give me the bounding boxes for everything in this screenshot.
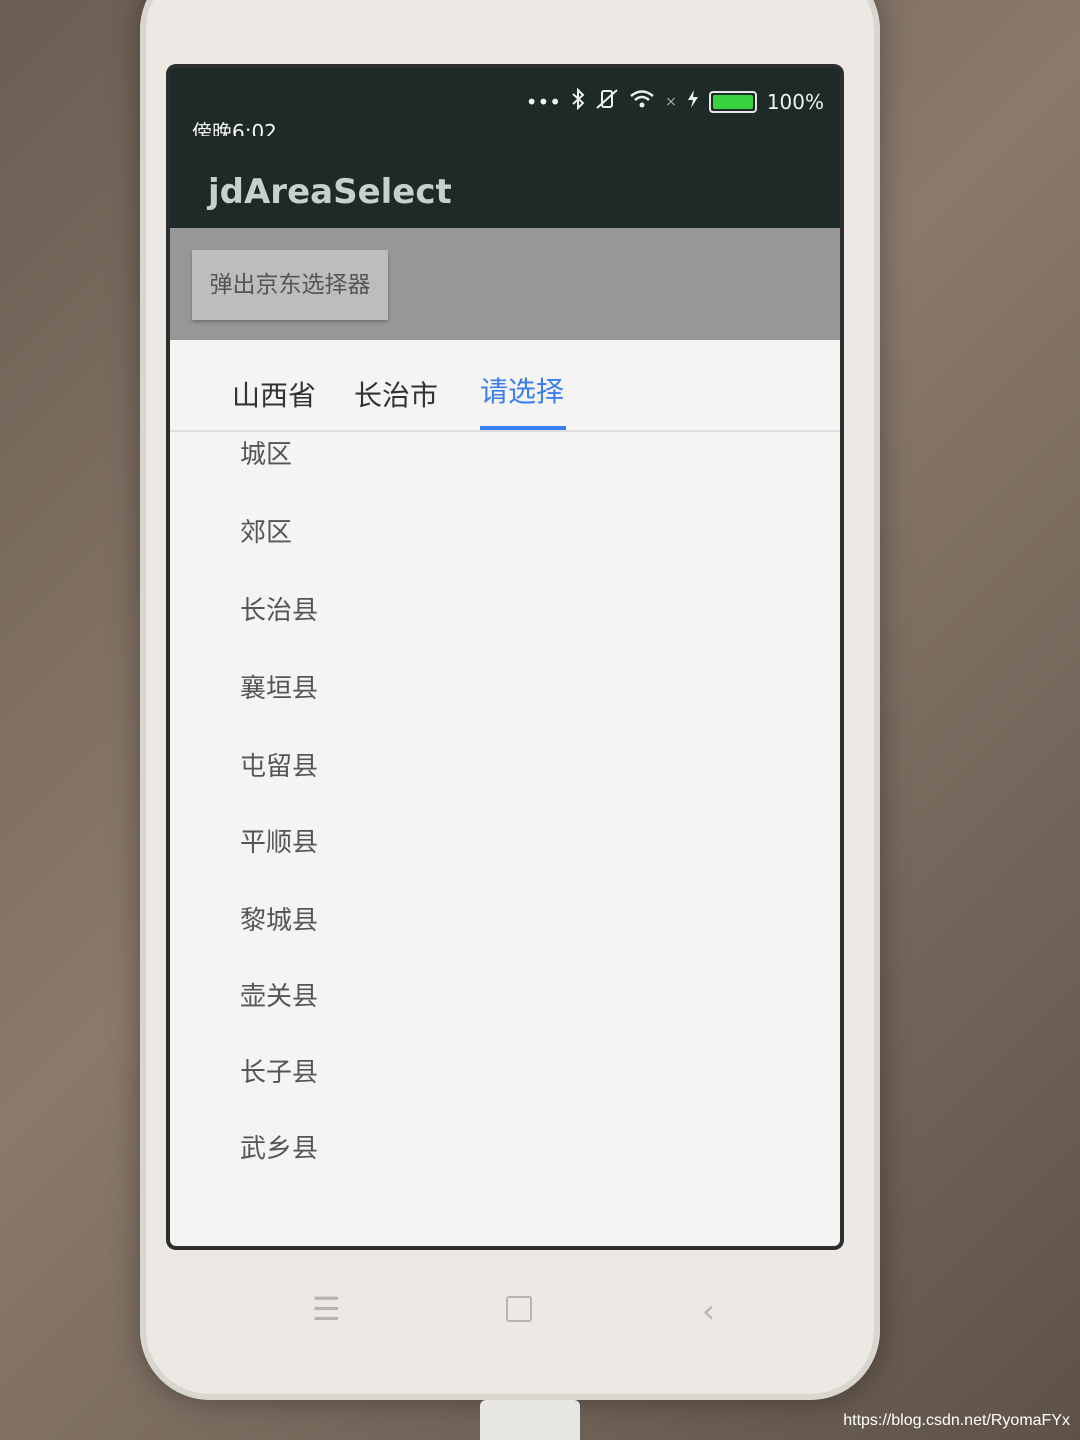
list-item[interactable]: 郊区	[240, 512, 292, 549]
watermark: https://blog.csdn.net/RyomaFYx	[843, 1412, 1070, 1429]
battery-percent: 100%	[766, 89, 824, 114]
list-item[interactable]: 城区	[240, 434, 292, 471]
back-key-icon[interactable]: ‹	[702, 1292, 715, 1330]
tab-indicator	[480, 426, 566, 430]
wifi-icon	[629, 89, 655, 114]
list-item[interactable]: 壶关县	[240, 976, 318, 1013]
bluetooth-icon	[571, 87, 585, 115]
open-selector-button[interactable]: 弹出京东选择器	[192, 250, 388, 320]
area-tabs: 山西省 长治市 请选择	[170, 340, 840, 432]
home-key-icon[interactable]	[506, 1296, 532, 1322]
dots-icon: •••	[525, 89, 562, 114]
list-item[interactable]: 平顺县	[240, 822, 318, 859]
phone-screen: 傍晚6:02 ••• × 100% jdAreaSelect 弹出京东选择器 山…	[170, 68, 840, 1246]
app-title: jdAreaSelect	[208, 172, 452, 212]
no-signal-icon: ×	[665, 93, 677, 110]
area-selector-sheet: 山西省 长治市 请选择 城区 郊区 长治县 襄垣县 屯留县 平顺县 黎城县 壶关…	[170, 340, 840, 1246]
tab-province[interactable]: 山西省	[232, 374, 316, 414]
menu-key-icon[interactable]: ☰	[312, 1290, 341, 1328]
tab-district[interactable]: 请选择	[480, 370, 564, 410]
list-item[interactable]: 屯留县	[240, 746, 318, 783]
battery-fill	[712, 94, 753, 109]
usb-cable	[480, 1400, 580, 1440]
charging-icon	[687, 89, 699, 114]
list-item[interactable]: 襄垣县	[240, 668, 318, 705]
list-item[interactable]: 武乡县	[240, 1128, 318, 1165]
status-icons: ••• × 100%	[525, 87, 824, 115]
vibrate-off-icon	[595, 88, 619, 115]
status-bar: 傍晚6:02 ••• × 100%	[170, 68, 840, 144]
list-item[interactable]: 黎城县	[240, 900, 318, 937]
list-item[interactable]: 长治县	[240, 590, 318, 627]
list-item[interactable]: 长子县	[240, 1052, 318, 1089]
battery-icon	[708, 90, 757, 113]
tab-city[interactable]: 长治市	[354, 374, 438, 414]
